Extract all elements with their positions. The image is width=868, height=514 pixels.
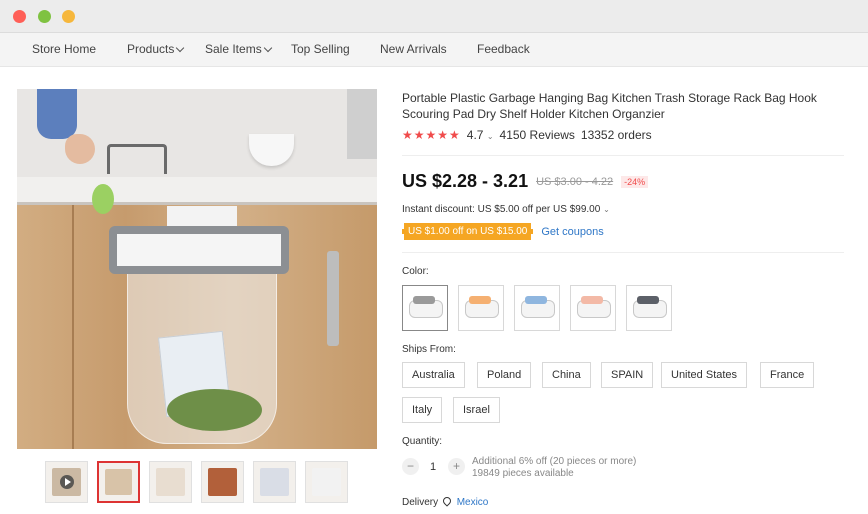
ship-option-israel[interactable]: Israel — [453, 397, 500, 423]
thumbnail-image[interactable] — [253, 461, 296, 503]
star-rating-icon: ★★★★★ — [402, 128, 461, 142]
ship-option-australia[interactable]: Australia — [402, 362, 465, 388]
nav-products[interactable]: Products — [127, 42, 185, 56]
coupon-badge[interactable]: US $1.00 off on US $15.00 — [402, 223, 534, 240]
price: US $2.28 - 3.21 — [402, 171, 529, 191]
coupon-row: US $1.00 off on US $15.00 Get coupons — [402, 223, 604, 240]
ship-option-france[interactable]: France — [760, 362, 815, 388]
rating-row: ★★★★★ 4.7 ⌄ 4150 Reviews 13352 orders — [402, 128, 652, 142]
thumbnail-image[interactable] — [201, 461, 244, 503]
divider — [402, 155, 844, 156]
maximize-window-button[interactable] — [62, 10, 75, 23]
color-swatch-orange[interactable] — [458, 285, 504, 331]
color-swatch-blue[interactable] — [514, 285, 560, 331]
ship-option-italy[interactable]: Italy — [402, 397, 443, 423]
chevron-down-icon: ⌄ — [603, 205, 610, 214]
color-label: Color: — [402, 266, 429, 277]
orders-count: 13352 orders — [580, 128, 652, 142]
thumbnail-image[interactable] — [149, 461, 192, 503]
rating-value[interactable]: 4.7 ⌄ — [467, 128, 494, 142]
chevron-down-icon — [263, 43, 272, 53]
chevron-down-icon: ⌄ — [486, 132, 494, 141]
nav-top-selling[interactable]: Top Selling — [291, 42, 350, 56]
close-window-button[interactable] — [13, 10, 26, 23]
title-bar — [0, 0, 868, 33]
location-pin-icon — [441, 495, 453, 507]
nav-new-arrivals[interactable]: New Arrivals — [380, 42, 447, 56]
original-price: US $3.00 - 4.22 — [536, 175, 614, 188]
reviews-count[interactable]: 4150 Reviews — [500, 128, 575, 142]
quantity-note: Additional 6% off (20 pieces or more) 19… — [472, 456, 637, 479]
nav-feedback[interactable]: Feedback — [477, 42, 530, 56]
store-nav: Store Home Products Sale Items Top Selli… — [0, 33, 868, 67]
delivery-row: Delivery Mexico — [402, 495, 489, 508]
thumbnail-image[interactable] — [305, 461, 348, 503]
ships-from-label: Ships From: — [402, 344, 456, 355]
main-product-image[interactable] — [17, 89, 377, 449]
thumbnail-image[interactable] — [97, 461, 140, 503]
get-coupons-link[interactable]: Get coupons — [541, 226, 603, 238]
play-icon — [60, 475, 74, 489]
quantity-label: Quantity: — [402, 436, 443, 447]
nav-store-home[interactable]: Store Home — [32, 42, 96, 56]
browser-window: Store Home Products Sale Items Top Selli… — [0, 0, 868, 514]
thumbnail-video[interactable] — [45, 461, 88, 503]
divider — [402, 252, 844, 253]
ship-option-united-states[interactable]: United States — [661, 362, 748, 388]
quantity-decrease-button[interactable]: − — [402, 458, 419, 475]
discount-badge: -24% — [621, 175, 649, 188]
quantity-increase-button[interactable]: + — [448, 458, 465, 475]
minimize-window-button[interactable] — [38, 10, 51, 23]
color-swatch-dark-gray[interactable] — [626, 285, 672, 331]
delivery-location-link[interactable]: Mexico — [457, 497, 489, 508]
chevron-down-icon — [176, 43, 185, 53]
ship-option-spain[interactable]: SPAIN — [601, 362, 654, 388]
quantity-input[interactable]: 1 — [430, 461, 436, 473]
price-row: US $2.28 - 3.21 US $3.00 - 4.22 -24% — [402, 171, 649, 192]
color-swatch-pink[interactable] — [570, 285, 616, 331]
nav-sale-items[interactable]: Sale Items — [205, 42, 272, 56]
color-swatch-gray[interactable] — [402, 285, 448, 331]
ship-option-poland[interactable]: Poland — [477, 362, 532, 388]
ship-option-china[interactable]: China — [542, 362, 591, 388]
product-title: Portable Plastic Garbage Hanging Bag Kit… — [402, 91, 817, 121]
instant-discount[interactable]: Instant discount: US $5.00 off per US $9… — [402, 204, 610, 215]
